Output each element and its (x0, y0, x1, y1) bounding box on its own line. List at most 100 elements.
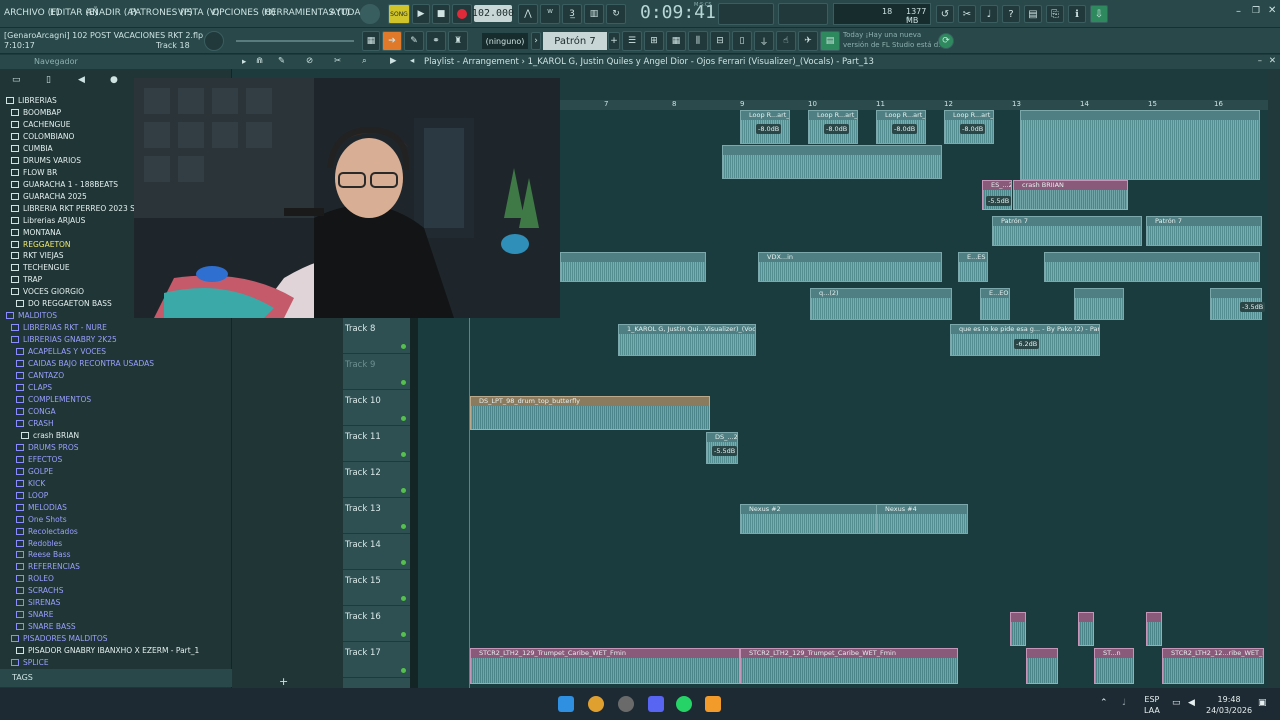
browser-item[interactable]: ACAPELLAS Y VOCES (16, 346, 106, 358)
audio-clip[interactable]: Nexus #4 (876, 504, 968, 534)
countdown-button[interactable]: 3̲ (562, 4, 582, 24)
browser-item[interactable]: MELODIAS (16, 502, 67, 514)
undo-button[interactable]: ↺ (936, 5, 954, 23)
browser-item[interactable]: ROLEO (16, 573, 54, 585)
update-button[interactable]: ⟳ (938, 33, 954, 49)
view-toggle-button[interactable]: ▦ (362, 31, 380, 51)
browser-item[interactable]: SNARE (16, 609, 53, 621)
pattern-tool-1[interactable]: ☰ (622, 31, 642, 51)
discord-icon[interactable] (648, 696, 664, 712)
fl-studio-icon[interactable] (705, 696, 721, 712)
slice-icon[interactable]: ✂ (334, 56, 341, 66)
link-tool-button[interactable]: ⚭ (426, 31, 446, 51)
playlist-scrollbar[interactable] (1268, 69, 1280, 688)
plugin-button[interactable]: ⏚ (754, 31, 774, 51)
browser-item[interactable]: Librerias ARJAUS (11, 215, 85, 227)
audio-clip[interactable]: STCR2_LTH2_129_Trumpet_Caribe_WET_Fmin (740, 648, 958, 684)
browser-item[interactable]: RKT VIEJAS (11, 250, 64, 262)
audio-clip[interactable]: 1_KAROL G, Justin Qui...Visualizer)_(Voc… (618, 324, 756, 356)
browser-item[interactable]: COLOMBIANO (11, 131, 74, 143)
channel-rack-button[interactable]: ▦ (666, 31, 686, 51)
browser-item[interactable]: KICK (16, 478, 45, 490)
draw-icon[interactable]: ✎ (278, 56, 285, 66)
browser-item[interactable]: CONGA (16, 406, 56, 418)
audio-clip[interactable]: STCR2_LTH2_12...ribe_WET_Fmin (1162, 648, 1264, 684)
browser-item[interactable]: Reese Bass (16, 549, 71, 561)
browser-item[interactable]: PISADORES MALDITOS (11, 633, 108, 645)
browser-item[interactable]: VOCES GIORGIO (11, 286, 84, 298)
track-header[interactable]: Track 17 (343, 642, 410, 678)
restore-icon[interactable]: ❐ (1252, 6, 1260, 16)
track-mute-led[interactable] (401, 524, 406, 529)
audio-clip[interactable]: E...EO (980, 288, 1010, 320)
file-icon[interactable]: ▯ (46, 75, 51, 85)
track-header[interactable]: Track 11 (343, 426, 410, 462)
obs-icon[interactable] (618, 696, 634, 712)
browser-item[interactable]: CANTAZO (16, 370, 64, 382)
timeline-ruler[interactable]: 7 8 9 10 11 12 13 14 15 16 (560, 100, 1268, 110)
master-pitch-slider[interactable] (236, 40, 354, 42)
browser-item[interactable]: SNARE BASS (16, 621, 76, 633)
record-button[interactable] (452, 4, 472, 24)
track-header[interactable]: Track 14 (343, 534, 410, 570)
loop-record-button[interactable]: ↻ (606, 4, 626, 24)
pattern-tool-2[interactable]: ⊞ (644, 31, 664, 51)
browser-item[interactable]: Redobles (16, 538, 62, 550)
info-button[interactable]: ℹ (1068, 5, 1086, 23)
track-mute-led[interactable] (401, 416, 406, 421)
mic-button[interactable]: ♩ (980, 5, 998, 23)
track-header[interactable]: Track 8 (343, 318, 410, 354)
track-mute-led[interactable] (401, 344, 406, 349)
download-button[interactable]: ⇩ (1090, 5, 1108, 23)
notification-icon[interactable]: ▣ (1258, 698, 1267, 708)
chevron-left-icon[interactable]: ◂ (410, 56, 414, 66)
track-header[interactable]: Track 9 (343, 354, 410, 390)
news-ticker[interactable]: Today ¡Hay una nueva versión de FL Studi… (843, 30, 945, 50)
zoom-icon[interactable]: ⌕ (362, 56, 367, 66)
step-edit-button[interactable]: ▥ (584, 4, 604, 24)
browser-item[interactable]: Recolectados (16, 526, 78, 538)
speaker-icon[interactable]: ◀ (1188, 698, 1195, 708)
magnet-icon[interactable]: ⋒ (256, 56, 263, 66)
browser-item[interactable]: GUARACHA 2025 (11, 191, 87, 203)
browser-item[interactable]: TECHENGUE (11, 262, 70, 274)
browser-item[interactable]: BOOMBAP (11, 107, 61, 119)
song-mode-toggle[interactable]: SONG (388, 4, 410, 24)
audio-clip[interactable] (1010, 612, 1026, 646)
audio-clip[interactable] (560, 252, 706, 282)
browser-item[interactable]: crash BRIAN (21, 430, 79, 442)
snap-preset-select[interactable]: (ninguno) (482, 33, 528, 49)
wait-input-button[interactable]: ᵂ (540, 4, 560, 24)
audio-clip[interactable] (1146, 612, 1162, 646)
browser-item[interactable]: SIRENAS (16, 597, 60, 609)
track-mute-led[interactable] (401, 452, 406, 457)
audio-clip[interactable]: ST...n (1094, 648, 1134, 684)
browser-item[interactable]: DRUMS PROS (16, 442, 79, 454)
browser-item[interactable]: REGGAETON (11, 239, 71, 251)
track-mute-led[interactable] (401, 632, 406, 637)
track-header[interactable]: Track 15 (343, 570, 410, 606)
news-button[interactable]: ▤ (820, 31, 840, 51)
track-mute-led[interactable] (401, 560, 406, 565)
tags-bar[interactable]: TAGS (0, 669, 232, 687)
audio-clip[interactable] (1074, 288, 1124, 320)
cut-button[interactable]: ✂ (958, 5, 976, 23)
stamp-tool-button[interactable]: ♜ (448, 31, 468, 51)
pitch-knob[interactable] (204, 31, 224, 51)
audio-clip[interactable] (1026, 648, 1058, 684)
browser-item[interactable]: CACHENGUE (11, 119, 71, 131)
browser-item[interactable]: GOLPE (16, 466, 53, 478)
audio-clip[interactable]: DS_LPT_98_drum_top_butterfly (470, 396, 710, 430)
audio-clip[interactable] (722, 145, 942, 179)
help-button[interactable]: ? (1002, 5, 1020, 23)
browser-item[interactable]: GUARACHA 1 - 188BEATS (11, 179, 118, 191)
browser-item[interactable]: LIBRERIAS RKT - NURE (11, 322, 107, 334)
browser-item[interactable]: REFERENCIAS (16, 561, 80, 573)
track-mute-led[interactable] (401, 668, 406, 673)
globe-icon[interactable]: ● (110, 75, 118, 85)
chrome-icon[interactable] (588, 696, 604, 712)
browser-item[interactable]: DO REGGAETON BASS (16, 298, 112, 310)
audio-clip[interactable]: crash BRIIAN (1013, 180, 1128, 210)
track-mute-led[interactable] (401, 596, 406, 601)
add-track-button[interactable]: + (279, 675, 288, 688)
